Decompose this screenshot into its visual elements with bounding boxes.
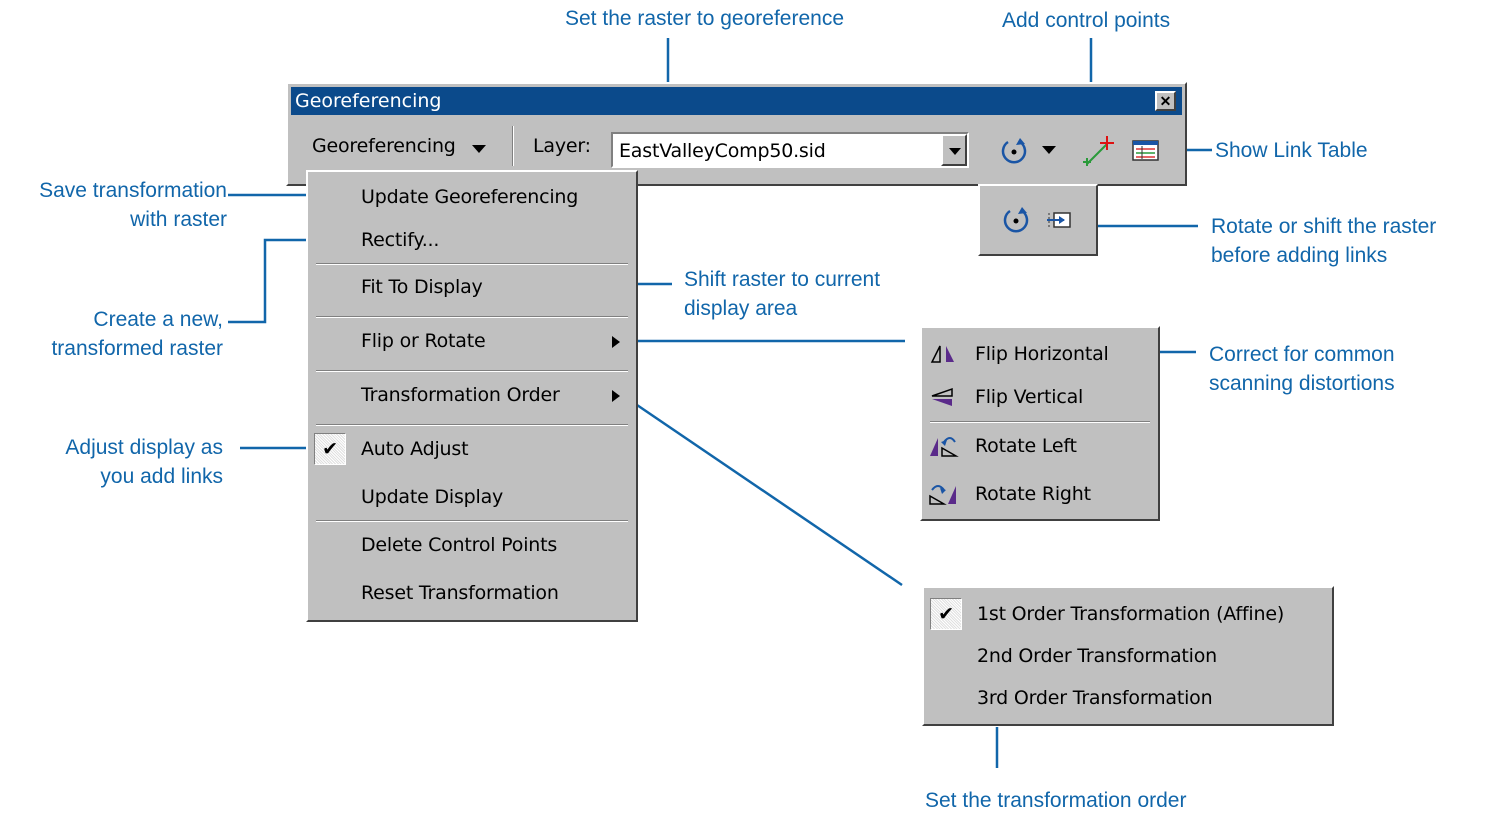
callout-line-1: Create a new, [93,308,223,331]
rotate-left-icon [930,437,959,457]
menu-item-rotate-right[interactable]: Rotate Right [922,472,1158,516]
check-icon: ✔ [314,433,346,465]
callout-line-2: you add links [100,465,223,488]
rotate-icon [1003,207,1029,233]
menu-item-flip-horizontal[interactable]: Flip Horizontal [922,332,1158,376]
link-table-icon [1132,140,1159,161]
menu-item-label: Flip or Rotate [361,330,486,352]
link-table-button[interactable] [1131,138,1161,164]
rotate-right-icon [929,485,956,505]
menu-item-label: Reset Transformation [361,582,559,604]
georeferencing-menu-label: Georeferencing [312,135,456,157]
callout-line-2: display area [684,297,798,320]
callout-line-1: Correct for common [1209,343,1395,366]
menu-item-update-georeferencing[interactable]: Update Georeferencing [308,175,636,219]
callout-line-1: Rotate or shift the raster [1211,215,1437,238]
window-title: Georeferencing [295,90,442,112]
menu-item-label: Delete Control Points [361,534,558,556]
callout-create-new-raster: Create a new, transformed raster [51,305,223,363]
add-control-points-button[interactable] [1083,132,1117,168]
menu-item-label: Transformation Order [361,384,560,406]
menu-item-label: Flip Vertical [975,386,1084,408]
flip-vertical-icon [931,387,953,406]
shift-tool-option[interactable] [1046,208,1076,234]
layer-select[interactable]: EastValleyComp50.sid [611,132,969,168]
callout-line-2: transformed raster [51,337,223,360]
menu-item-reset-transformation[interactable]: Reset Transformation [308,571,636,615]
menu-separator [316,316,628,318]
transformation-order-submenu: ✔ 1st Order Transformation (Affine) 2nd … [922,586,1334,726]
menu-item-label: 2nd Order Transformation [977,645,1218,667]
georeferencing-menu: Update Georeferencing Rectify... Fit To … [306,170,638,622]
menu-item-label: Update Display [361,486,504,508]
callout-line-1: Shift raster to current [684,268,881,291]
menu-item-flip-vertical[interactable]: Flip Vertical [922,375,1158,419]
menu-item-label: Rectify... [361,229,440,251]
layer-select-value: EastValleyComp50.sid [619,140,826,162]
callout-show-link-table: Show Link Table [1215,139,1368,162]
menu-item-label: Auto Adjust [361,438,469,460]
menu-item-flip-or-rotate[interactable]: Flip or Rotate [308,319,636,363]
georeferencing-menu-button[interactable]: Georeferencing [312,135,486,157]
callout-line-1: Adjust display as [65,436,223,459]
callout-correct-distortions: Correct for common scanning distortions [1209,340,1395,398]
title-bar: Georeferencing ✕ [291,87,1182,115]
callout-line-2: scanning distortions [1209,372,1395,395]
callout-set-raster: Set the raster to georeference [565,7,844,30]
menu-item-3rd-order[interactable]: 3rd Order Transformation [924,676,1332,720]
rotate-icon [1001,138,1027,164]
submenu-arrow-icon [612,390,620,402]
layer-select-dropdown-button[interactable] [941,134,967,166]
layer-label: Layer: [533,135,591,157]
dropdown-arrow-icon [472,145,486,153]
flip-rotate-submenu: Flip Horizontal Flip Vertical Rotate Lef… [920,326,1160,521]
menu-item-label: 3rd Order Transformation [977,687,1213,709]
callout-adjust-display: Adjust display as you add links [65,433,223,491]
menu-item-delete-control-points[interactable]: Delete Control Points [308,523,636,567]
menu-item-label: Rotate Left [975,435,1077,457]
submenu-arrow-icon [612,336,620,348]
callout-line-1: Save transformation [39,179,227,202]
rotate-shift-popup [978,184,1098,256]
add-control-points-icon [1083,136,1114,166]
menu-separator [316,520,628,522]
menu-item-label: Update Georeferencing [361,186,579,208]
menu-item-label: Rotate Right [975,483,1091,505]
rotate-tool-dropdown-icon[interactable] [1042,146,1056,154]
menu-item-1st-order[interactable]: ✔ 1st Order Transformation (Affine) [924,592,1332,636]
close-icon: ✕ [1159,93,1172,109]
menu-item-update-display[interactable]: Update Display [308,475,636,519]
menu-item-rotate-left[interactable]: Rotate Left [922,424,1158,468]
menu-item-label: Flip Horizontal [975,343,1109,365]
rotate-tool-option[interactable] [1000,204,1032,236]
menu-item-rectify[interactable]: Rectify... [308,218,636,262]
close-button[interactable]: ✕ [1155,91,1176,111]
callout-shift-raster: Shift raster to current display area [684,265,880,323]
rotate-tool-button[interactable] [998,136,1030,166]
callout-set-order: Set the transformation order [925,789,1187,812]
toolbar-separator [512,126,514,166]
menu-item-transformation-order[interactable]: Transformation Order [308,373,636,417]
callout-line-2: before adding links [1211,244,1388,267]
menu-separator [930,421,1150,423]
menu-item-auto-adjust[interactable]: ✔ Auto Adjust [308,427,636,471]
menu-item-2nd-order[interactable]: 2nd Order Transformation [924,634,1332,678]
callout-rotate-shift: Rotate or shift the raster before adding… [1211,212,1436,270]
check-icon: ✔ [930,598,962,630]
chevron-down-icon [949,148,961,155]
menu-item-fit-to-display[interactable]: Fit To Display [308,265,636,309]
menu-item-label: Fit To Display [361,276,483,298]
shift-icon [1047,212,1071,228]
menu-separator [316,370,628,372]
callout-add-control-points: Add control points [1002,9,1171,32]
callout-line-2: with raster [130,208,227,231]
menu-item-label: 1st Order Transformation (Affine) [977,603,1285,625]
flip-horizontal-icon [930,345,954,363]
callout-save-transformation: Save transformation with raster [39,176,227,234]
menu-separator [316,424,628,426]
